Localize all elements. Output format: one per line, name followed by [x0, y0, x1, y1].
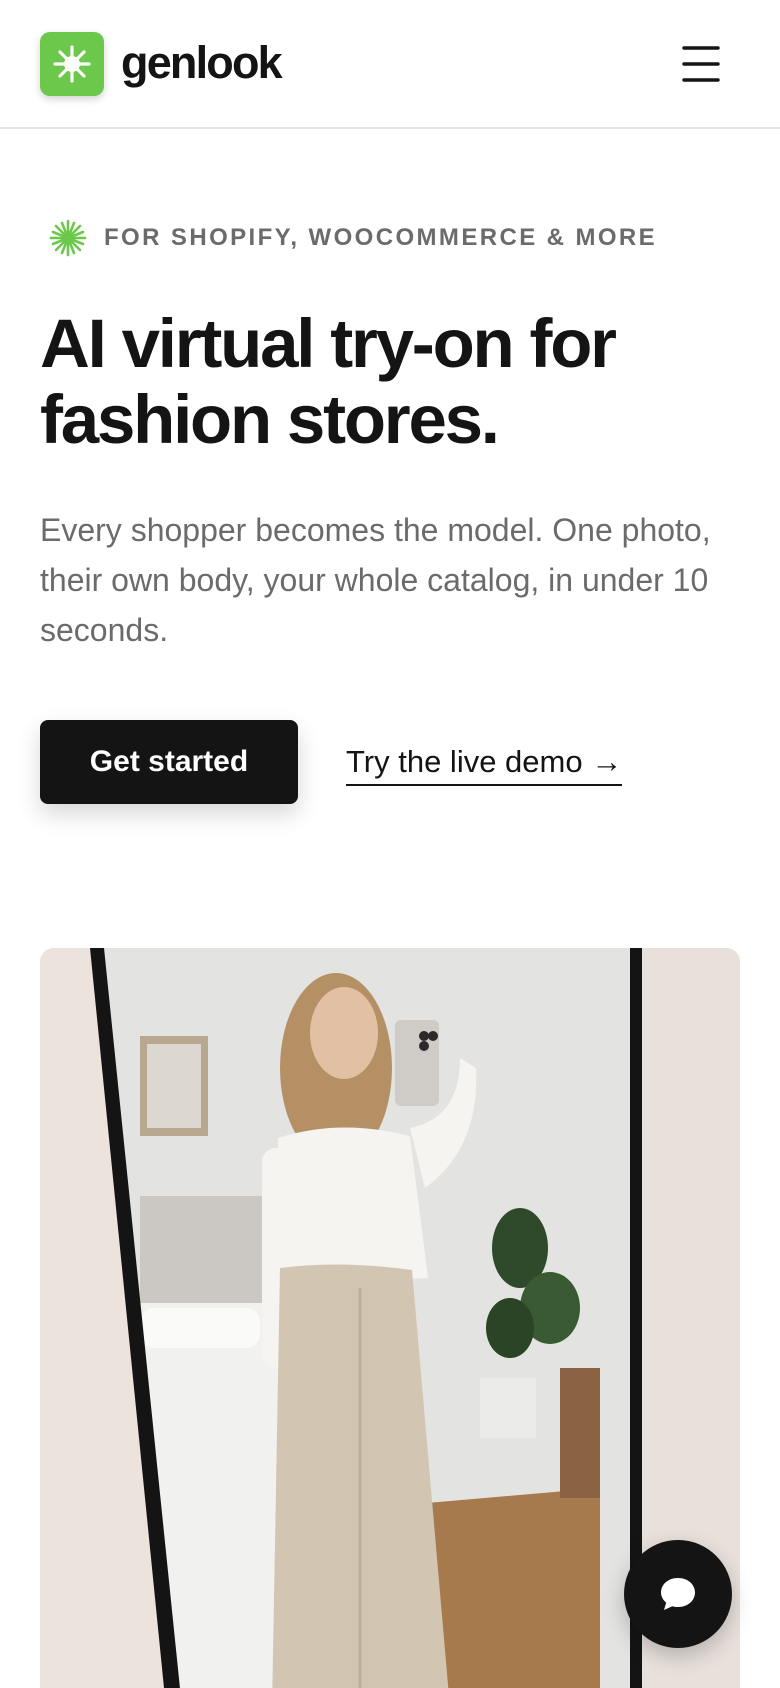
platform-eyebrow: FOR SHOPIFY, WOOCOMMERCE & MORE [48, 218, 657, 258]
headline-line-2: fashion stores. [40, 381, 500, 458]
site-header: genlook [0, 0, 780, 129]
get-started-button[interactable]: Get started [40, 720, 298, 804]
live-demo-link[interactable]: Try the live demo → [346, 740, 623, 786]
chat-button[interactable] [624, 1540, 732, 1648]
sparkle-icon [49, 219, 87, 257]
brand-logo[interactable] [40, 32, 104, 96]
brand-name[interactable]: genlook [121, 34, 283, 92]
hamburger-menu-icon [682, 46, 720, 82]
eyebrow-text: FOR SHOPIFY, WOOCOMMERCE & MORE [104, 224, 658, 251]
landing-page: genlook FOR SHOPIFY, WOOCOMMERCE & MORE … [0, 0, 780, 1688]
hero-subtext: Every shopper becomes the model. One pho… [40, 512, 711, 648]
menu-button[interactable] [672, 40, 728, 88]
chat-bubble-icon [661, 1578, 695, 1610]
sparkle-icon [53, 45, 91, 83]
headline-line-1: AI virtual try-on for [40, 305, 617, 382]
hero-headline: AI virtual try-on for fashion stores. [40, 306, 740, 458]
